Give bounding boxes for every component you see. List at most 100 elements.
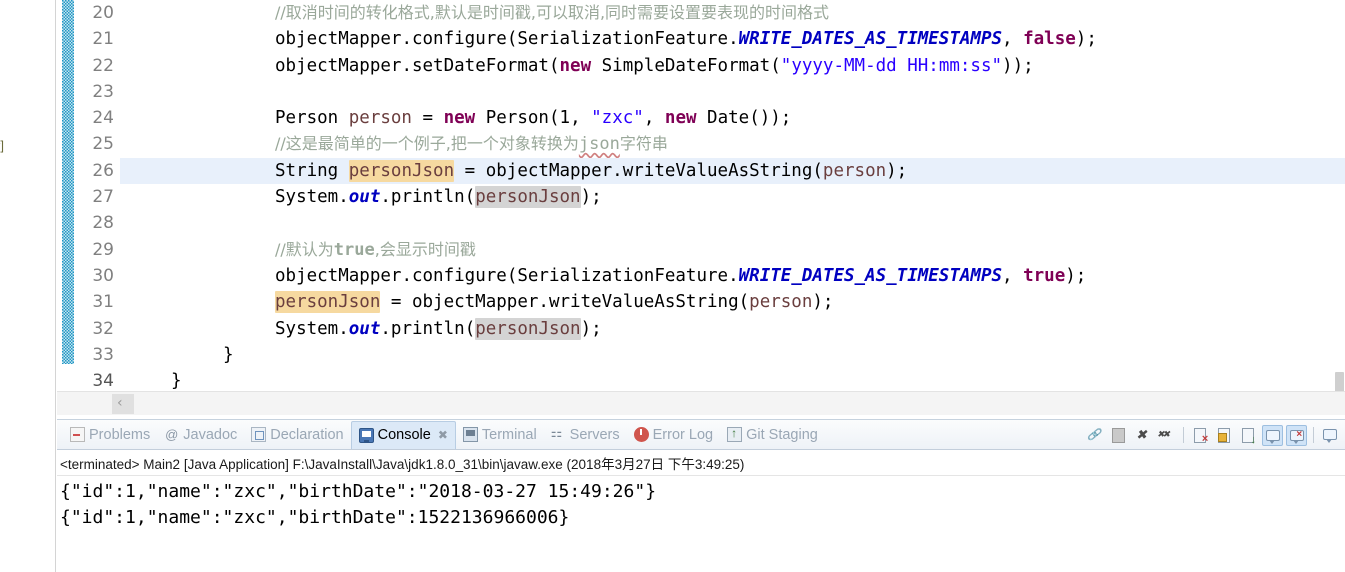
editor-horizontal-scrollbar-thumb[interactable] (112, 394, 134, 414)
object-identifier: objectMapper (411, 292, 539, 313)
console-output-area[interactable]: <terminated> Main2 [Java Application] F:… (57, 450, 1345, 572)
code-line-23[interactable] (120, 79, 1345, 105)
static-field-out: out (348, 187, 381, 208)
comment-json-word: json (578, 134, 620, 155)
code-line-27[interactable]: System.out.println(personJson); (120, 184, 1345, 210)
adjacent-editor-text-fragment: r] (0, 138, 4, 153)
close-paren: ()); (749, 108, 792, 129)
code-line-29[interactable]: //默认为true,会显示时间戳 (120, 237, 1345, 263)
tab-label: Declaration (270, 426, 344, 443)
open-console-button[interactable] (1286, 424, 1307, 446)
line-number: 31 (92, 292, 114, 313)
close-paren: ); (812, 292, 834, 313)
type-name: Person (275, 108, 339, 129)
open-paren: ( (548, 55, 560, 76)
comma: , (643, 108, 665, 129)
code-line-22[interactable]: objectMapper.setDateFormat(new SimpleDat… (120, 53, 1345, 79)
code-line-24[interactable]: Person person = new Person(1, "zxc", new… (120, 105, 1345, 131)
static-field-out: out (348, 318, 381, 339)
object-identifier: objectMapper (275, 265, 402, 286)
new-console-view-button[interactable] (1320, 425, 1341, 446)
code-text-area[interactable]: //取消时间的转化格式,默认是时间戳,可以取消,同时需要设置要表现的时间格式 o… (120, 0, 1345, 406)
new-keyword: new (559, 55, 592, 76)
display-selected-console-button[interactable] (1262, 424, 1283, 446)
tab-error-log[interactable]: Error Log (627, 421, 720, 449)
code-line-25[interactable]: //这是最简单的一个例子,把一个对象转换为json字符串 (120, 131, 1345, 157)
tab-git-staging[interactable]: Git Staging (720, 421, 825, 449)
code-line-30[interactable]: objectMapper.configure(SerializationFeat… (120, 263, 1345, 289)
close-icon[interactable]: ✖ (438, 428, 448, 442)
editor-vertical-scrollbar[interactable] (1332, 360, 1345, 395)
code-line-21[interactable]: objectMapper.configure(SerializationFeat… (120, 26, 1345, 52)
tab-terminal[interactable]: Terminal (456, 421, 544, 449)
type-name: String (275, 160, 339, 181)
number-literal: 1 (559, 108, 571, 129)
tab-problems[interactable]: Problems (63, 421, 157, 449)
method-name: setDateFormat (411, 55, 549, 76)
dot-operator: . (401, 29, 412, 50)
code-line-33[interactable]: } (120, 342, 1345, 368)
close-paren: ); (1075, 29, 1097, 50)
argument-name: person (822, 160, 887, 181)
editor-vertical-scrollbar-thumb[interactable] (1335, 372, 1344, 392)
line-number: 24 (92, 108, 114, 129)
open-paren: ( (548, 108, 560, 129)
open-paren: ( (812, 160, 823, 181)
comment-text: ,会显示时间戳 (374, 239, 476, 259)
pin-console-button[interactable] (1214, 425, 1235, 446)
line-number: 32 (92, 318, 114, 339)
code-line-26[interactable]: String personJson = objectMapper.writeVa… (120, 157, 1345, 185)
view-tab-bar: Problems @ Javadoc Declaration Console ✖… (57, 420, 1345, 450)
tab-declaration[interactable]: Declaration (244, 421, 350, 449)
console-view-toolbar (1084, 423, 1341, 447)
tab-console[interactable]: Console ✖ (350, 420, 456, 449)
terminate-button[interactable] (1132, 425, 1153, 446)
open-paren: ( (464, 318, 476, 339)
editor-horizontal-scrollbar[interactable]: ‹ (57, 391, 1345, 415)
javadoc-icon: @ (165, 427, 179, 442)
scroll-lock-button[interactable] (1238, 425, 1259, 446)
clear-console-button[interactable] (1108, 425, 1129, 446)
variable-name: person (338, 108, 412, 129)
remove-all-terminated-button[interactable] (1156, 425, 1177, 446)
string-literal: "zxc" (591, 108, 644, 129)
code-line-28[interactable] (120, 210, 1345, 236)
method-name: configure (411, 265, 507, 286)
line-number: 30 (92, 265, 114, 286)
servers-icon (551, 425, 566, 442)
close-paren: ); (580, 318, 602, 339)
code-line-20[interactable]: //取消时间的转化格式,默认是时间戳,可以取消,同时需要设置要表现的时间格式 (120, 0, 1345, 26)
object-identifier: objectMapper (485, 160, 613, 181)
console-status-line: <terminated> Main2 [Java Application] F:… (57, 450, 1345, 476)
string-literal: "yyyy-MM-dd HH:mm:ss" (780, 55, 1003, 76)
console-output-line: {"id":1,"name":"zxc","birthDate":1522136… (60, 507, 570, 528)
scroll-left-icon[interactable]: ‹ (117, 393, 123, 413)
variable-name-read-occurrence: personJson (475, 317, 581, 340)
method-name: writeValueAsString (548, 292, 739, 313)
variable-name-write-occurrence: personJson (348, 159, 455, 182)
method-name: configure (411, 29, 507, 50)
new-keyword: new (443, 108, 476, 129)
link-with-editor-button[interactable] (1084, 425, 1105, 446)
java-source-editor[interactable]: 20 21 22 23 24 25 26 27 28 29 30 31 32 3… (57, 0, 1345, 406)
new-keyword: new (664, 108, 697, 129)
comment-text: //这是最简单的一个例子,把一个对象转换为 (275, 134, 579, 154)
constructor-name: Person (475, 108, 549, 129)
dot-operator: . (380, 318, 391, 339)
code-line-31[interactable]: personJson = objectMapper.writeValueAsSt… (120, 289, 1345, 315)
method-name: println (390, 318, 465, 339)
comma: , (1002, 29, 1024, 50)
dot-operator: . (728, 265, 739, 286)
line-number: 21 (92, 29, 114, 50)
variable-name-write-occurrence: personJson (275, 291, 381, 314)
tab-servers[interactable]: Servers (544, 421, 627, 449)
type-name: SimpleDateFormat (591, 55, 771, 76)
console-icon (358, 427, 374, 443)
console-output-line: {"id":1,"name":"zxc","birthDate":"2018-0… (60, 481, 657, 502)
dot-operator: . (401, 265, 412, 286)
tab-label: Git Staging (746, 426, 818, 443)
tab-javadoc[interactable]: @ Javadoc (157, 421, 244, 449)
code-line-32[interactable]: System.out.println(personJson); (120, 316, 1345, 342)
console-view-panel: Problems @ Javadoc Declaration Console ✖… (57, 419, 1345, 572)
remove-launch-button[interactable] (1190, 425, 1211, 446)
